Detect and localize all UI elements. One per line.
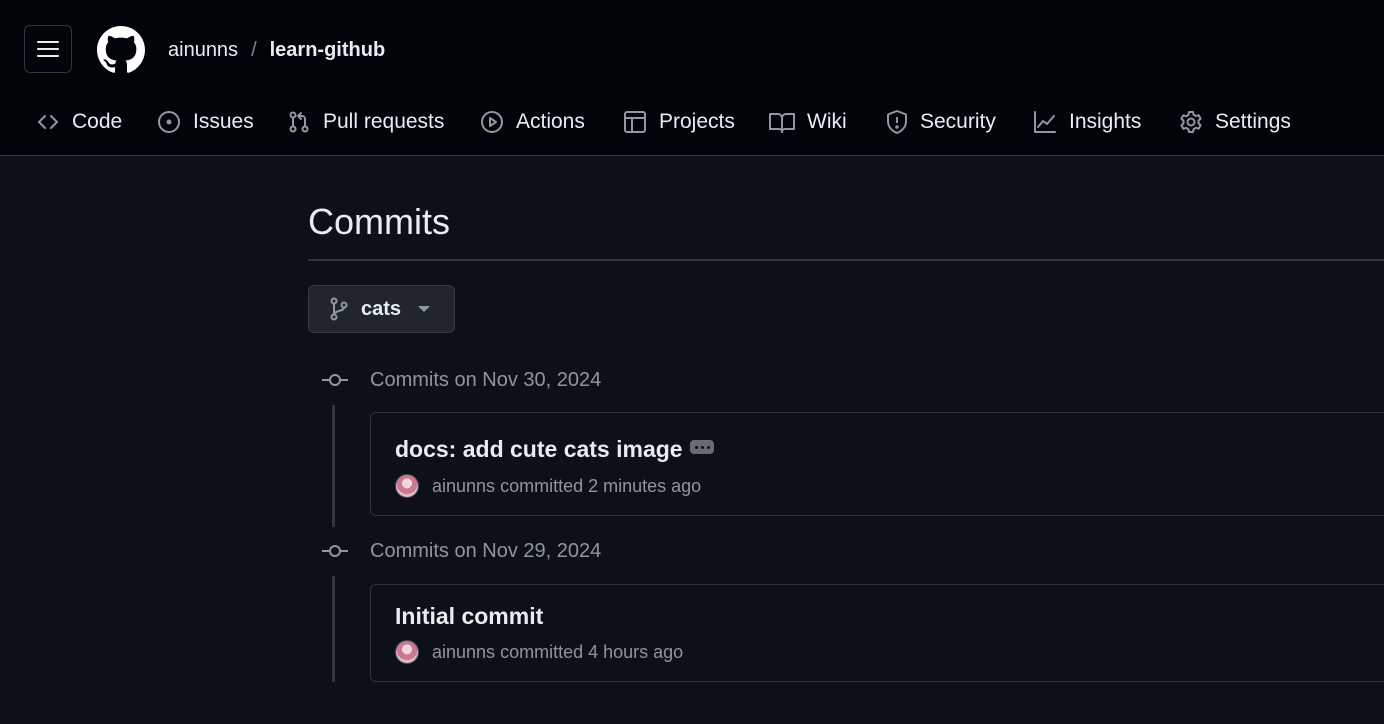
- tab-label: Projects: [659, 110, 735, 133]
- triangle-down-icon: [418, 306, 431, 312]
- hamburger-icon: [37, 41, 59, 57]
- git-commit-icon: [322, 374, 348, 386]
- tab-settings[interactable]: Settings: [1179, 106, 1291, 138]
- tab-insights[interactable]: Insights: [1033, 106, 1141, 138]
- github-logo-icon[interactable]: [97, 26, 145, 74]
- tab-label: Pull requests: [323, 110, 445, 133]
- commit-card: Initial commit ainunns committed 4 hours…: [370, 584, 1384, 682]
- tab-label: Wiki: [807, 110, 847, 133]
- tab-label: Issues: [193, 110, 254, 133]
- commit-meta: ainunns committed 4 hours ago: [395, 640, 683, 664]
- divider: [308, 259, 1384, 261]
- tab-label: Settings: [1215, 110, 1291, 133]
- commit-group-date: Commits on Nov 29, 2024: [370, 539, 602, 562]
- commit-meta: ainunns committed 2 minutes ago: [395, 474, 701, 498]
- tab-code[interactable]: Code: [36, 106, 122, 138]
- avatar[interactable]: [395, 640, 419, 664]
- branch-name: cats: [361, 297, 402, 320]
- table-icon: [624, 111, 646, 133]
- repo-header: ainunns / learn-github Code Issues Pull …: [0, 0, 1384, 156]
- commit-message-link[interactable]: Initial commit: [395, 603, 543, 630]
- commit-author-link[interactable]: ainunns: [432, 642, 495, 663]
- gear-icon: [1180, 111, 1202, 133]
- tab-security[interactable]: Security: [886, 106, 996, 138]
- shield-icon: [887, 110, 907, 134]
- tab-actions[interactable]: Actions: [480, 106, 585, 138]
- play-icon: [481, 111, 503, 133]
- breadcrumb-separator: /: [251, 39, 257, 61]
- commit-message-link[interactable]: docs: add cute cats image: [395, 436, 683, 463]
- commit-card: docs: add cute cats image ainunns commit…: [370, 412, 1384, 516]
- issue-opened-icon: [158, 111, 180, 133]
- git-pull-request-icon: [289, 111, 309, 133]
- menu-button[interactable]: [24, 25, 72, 73]
- commit-author-link[interactable]: ainunns: [432, 476, 495, 497]
- owner-link[interactable]: ainunns: [168, 37, 238, 63]
- tab-label: Security: [920, 110, 996, 133]
- branch-selector-button[interactable]: cats: [308, 285, 455, 333]
- tab-wiki[interactable]: Wiki: [769, 106, 847, 138]
- timeline-line: [332, 405, 335, 527]
- repo-link[interactable]: learn-github: [270, 37, 386, 63]
- timeline-line: [332, 576, 335, 682]
- expand-description-button[interactable]: [690, 440, 714, 454]
- page-title: Commits: [308, 201, 450, 242]
- avatar[interactable]: [395, 474, 419, 498]
- commit-group-header: Commits on Nov 29, 2024: [322, 538, 601, 564]
- tab-projects[interactable]: Projects: [623, 106, 735, 138]
- breadcrumb: ainunns / learn-github: [168, 37, 385, 63]
- tab-label: Insights: [1069, 110, 1142, 133]
- commit-time: 2 minutes ago: [588, 475, 702, 496]
- commit-action-text: committed: [500, 475, 584, 496]
- tab-issues[interactable]: Issues: [157, 106, 254, 138]
- commit-action-text: committed: [500, 641, 584, 662]
- tab-label: Code: [72, 110, 123, 133]
- code-icon: [38, 115, 58, 129]
- git-branch-icon: [330, 297, 348, 321]
- tab-pull-requests[interactable]: Pull requests: [287, 106, 444, 138]
- commit-group-header: Commits on Nov 30, 2024: [322, 367, 601, 393]
- commit-time: 4 hours ago: [588, 641, 684, 662]
- graph-icon: [1034, 111, 1056, 133]
- commit-group-date: Commits on Nov 30, 2024: [370, 368, 602, 391]
- book-icon: [769, 113, 795, 133]
- git-commit-icon: [322, 545, 348, 557]
- tab-label: Actions: [516, 110, 585, 133]
